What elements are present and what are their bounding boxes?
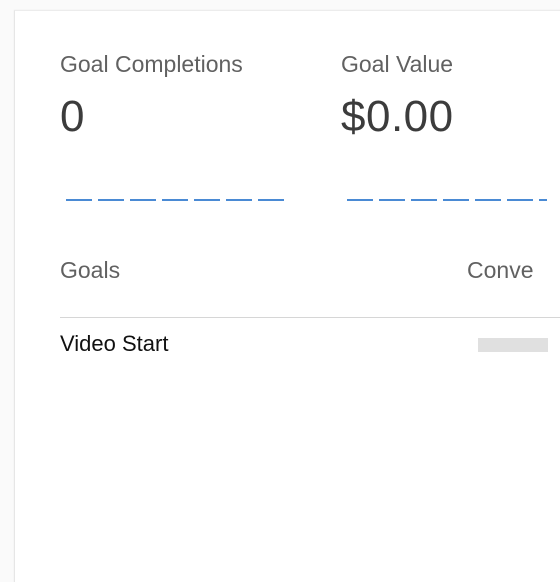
table-row[interactable]: Video Start: [60, 329, 560, 369]
goal-value-metric[interactable]: Goal Value $0.00: [341, 51, 454, 142]
goals-card: Goal Completions 0 Goal Value $0.00 Goal…: [14, 10, 560, 582]
goal-completions-metric[interactable]: Goal Completions 0: [60, 51, 243, 142]
goal-completions-sparkline: [66, 198, 286, 202]
goal-value-label: Goal Value: [341, 51, 454, 77]
conversions-column-header[interactable]: Conve: [467, 257, 533, 284]
goal-value-value: $0.00: [341, 92, 454, 141]
goals-column-header[interactable]: Goals: [60, 257, 120, 284]
page: Goal Completions 0 Goal Value $0.00 Goal…: [0, 0, 560, 582]
goals-table-header: Goals Conve: [60, 257, 560, 318]
goal-value-sparkline: [347, 198, 547, 202]
goal-name[interactable]: Video Start: [60, 331, 168, 357]
goal-completions-label: Goal Completions: [60, 51, 243, 77]
goal-completions-value: 0: [60, 92, 85, 141]
conversion-bar: [478, 338, 548, 352]
